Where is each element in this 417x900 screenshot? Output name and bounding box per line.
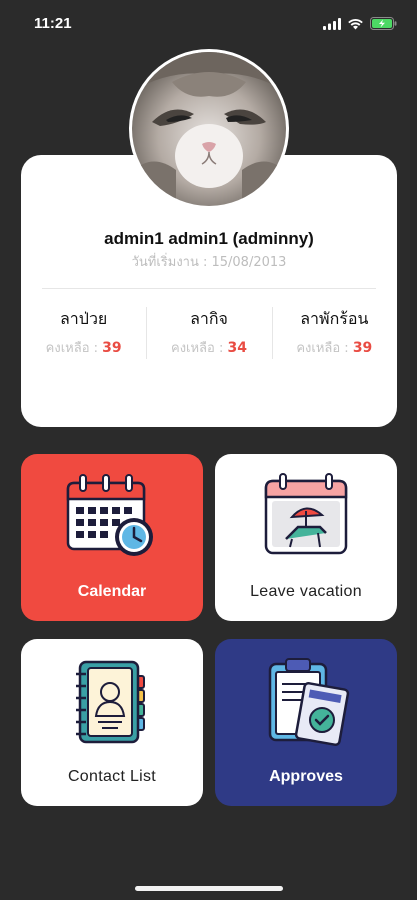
calendar-clock-icon: [66, 474, 153, 556]
leave-remaining: คงเหลือ : 39: [272, 337, 397, 358]
home-indicator[interactable]: [135, 886, 283, 891]
leave-stat-sick[interactable]: ลาป่วย คงเหลือ : 39: [21, 307, 146, 359]
home-screen: 11:21 admin1 admin1 (adminny) วันที่เริ่…: [0, 0, 417, 900]
divider: [42, 288, 376, 289]
calendar-label: Calendar: [77, 583, 147, 600]
approves-label: Approves: [269, 768, 343, 785]
remaining-value: 34: [227, 340, 247, 356]
contact-list-label: Contact List: [67, 768, 157, 785]
start-date: วันที่เริ่มงาน : 15/08/2013: [21, 251, 397, 272]
clipboard-check-icon: [268, 658, 350, 746]
cat-photo: [132, 52, 286, 206]
leave-vacation-label: Leave vacation: [250, 583, 362, 600]
remaining-value: 39: [352, 340, 373, 356]
user-name: admin1 admin1 (adminny): [104, 229, 314, 248]
leave-remaining: คงเหลือ : 39: [21, 337, 146, 358]
leave-stats: ลาป่วย คงเหลือ : 39 ลากิจ คงเหลือ : 34 ล…: [21, 307, 397, 359]
leave-vacation-button[interactable]: Leave vacation: [215, 454, 397, 621]
battery-charging-icon: [370, 17, 397, 30]
calendar-button[interactable]: Calendar: [21, 454, 203, 621]
contact-list-button[interactable]: Contact List: [21, 639, 203, 806]
remaining-value: 39: [102, 340, 122, 356]
signal-icon: [323, 17, 341, 30]
wifi-icon: [348, 18, 363, 29]
beach-calendar-icon: [264, 473, 348, 555]
remaining-label: คงเหลือ :: [296, 341, 349, 356]
avatar[interactable]: [129, 49, 289, 209]
leave-type-label: ลาพักร้อน: [300, 309, 369, 328]
contact-book-icon: [76, 660, 145, 744]
status-bar: 11:21: [0, 0, 417, 50]
leave-stat-vacation[interactable]: ลาพักร้อน คงเหลือ : 39: [271, 307, 397, 359]
status-time: 11:21: [34, 15, 72, 32]
leave-type-label: ลากิจ: [190, 309, 228, 328]
approves-button[interactable]: Approves: [215, 639, 397, 806]
leave-remaining: คงเหลือ : 34: [146, 337, 271, 358]
leave-stat-personal[interactable]: ลากิจ คงเหลือ : 34: [146, 307, 271, 359]
status-icons: [323, 17, 397, 30]
leave-type-label: ลาป่วย: [60, 309, 108, 328]
remaining-label: คงเหลือ :: [171, 341, 224, 356]
start-date-text: วันที่เริ่มงาน : 15/08/2013: [131, 255, 287, 270]
remaining-label: คงเหลือ :: [45, 341, 99, 356]
